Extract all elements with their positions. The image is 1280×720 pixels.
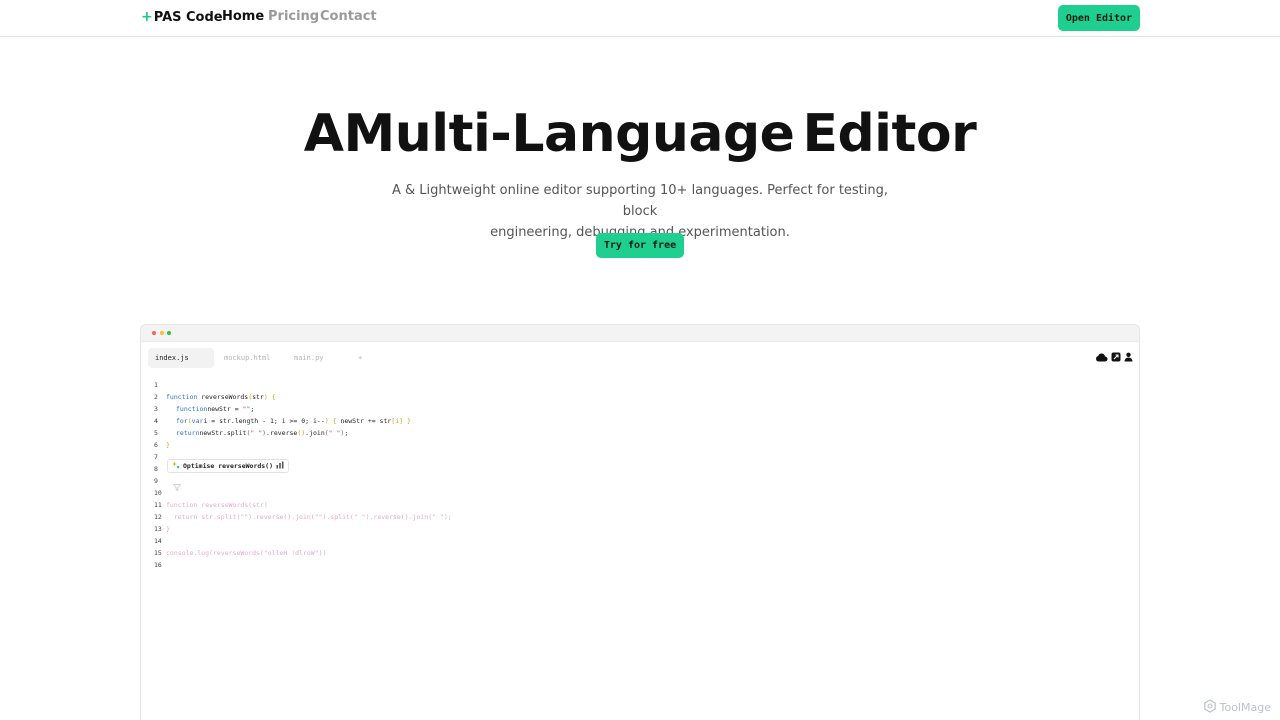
hero-subtitle-line1: A & Lightweight online editor supporting…	[391, 183, 889, 219]
close-window-dot[interactable]	[152, 331, 156, 335]
line-number: 5	[154, 429, 158, 437]
hero-title-part2: Editor	[802, 104, 977, 164]
line-number: 3	[154, 405, 158, 413]
line-number: 12	[154, 513, 162, 521]
code-line: }	[166, 441, 170, 449]
share-icon[interactable]	[1111, 352, 1121, 362]
nav-link-pricing[interactable]: Pricing	[268, 9, 319, 24]
ghost-code-line: function reverseWords(str)	[166, 501, 268, 509]
nav-link-contact[interactable]: Contact	[320, 9, 377, 24]
user-icon[interactable]	[1124, 352, 1133, 362]
line-number: 1	[154, 381, 158, 389]
editor-toolbar-icons	[1095, 352, 1133, 362]
try-for-free-button[interactable]: Try for free	[596, 233, 684, 258]
line-number: 10	[154, 489, 162, 497]
line-number: 11	[154, 501, 162, 509]
ghost-code-line: return str.split("").reverse().join("").…	[166, 513, 452, 521]
line-number: 13	[154, 525, 162, 533]
filter-icon	[172, 476, 182, 495]
line-number: 15	[154, 549, 162, 557]
open-editor-button[interactable]: Open Editor	[1058, 5, 1140, 31]
line-number: 6	[154, 441, 158, 449]
toolmage-watermark: ToolMage	[1203, 699, 1271, 716]
tab-main-py[interactable]: main.py	[287, 348, 337, 368]
hero-title-part1: AMulti-Language	[303, 104, 795, 164]
tab-mockup-html[interactable]: mockup.html	[217, 348, 283, 368]
stats-icon	[276, 461, 284, 471]
add-tab-button[interactable]: +	[351, 348, 367, 368]
line-number: 14	[154, 537, 162, 545]
line-number: 8	[154, 465, 158, 473]
line-number: 9	[154, 477, 158, 485]
editor-window: index.js mockup.html main.py + 1 functio…	[140, 324, 1140, 720]
suggestion-label: Optimise reverseWords()	[183, 462, 274, 470]
line-number: 16	[154, 561, 162, 569]
optimise-suggestion-button[interactable]: Optimise reverseWords()	[167, 459, 290, 473]
ghost-code-line: }	[166, 525, 170, 533]
top-navbar: + PAS Code Home Pricing Contact Open Edi…	[0, 0, 1280, 37]
code-line: returnnewStr.split(" ").reverse().join("…	[176, 429, 349, 437]
code-line: for(vari = str.length - 1; i >= 0; i--) …	[176, 417, 411, 425]
editor-tabbar: index.js mockup.html main.py +	[141, 342, 1139, 372]
line-number: 4	[154, 417, 158, 425]
brand-plus-icon: +	[141, 9, 153, 25]
watermark-text: ToolMage	[1219, 701, 1271, 714]
toolmage-logo-icon	[1203, 699, 1217, 716]
line-number: 7	[154, 453, 158, 461]
code-line: function reverseWords(str) {	[166, 393, 276, 401]
minimize-window-dot[interactable]	[160, 331, 164, 335]
brand-logo[interactable]: + PAS Code	[141, 9, 223, 25]
editor-titlebar	[141, 325, 1139, 342]
brand-name: PAS Code	[153, 9, 223, 25]
code-line: functionnewStr = "";	[176, 405, 255, 413]
ghost-code-line: console.log(reverseWords("olleH !dlroW")…	[166, 549, 327, 557]
tab-index-js[interactable]: index.js	[148, 348, 214, 368]
sparkle-icon	[172, 461, 180, 471]
nav-link-home[interactable]: Home	[222, 9, 264, 24]
hero-title: AMulti-Language Editor	[0, 104, 1280, 164]
cloud-icon[interactable]	[1095, 353, 1108, 362]
line-number: 2	[154, 393, 158, 401]
maximize-window-dot[interactable]	[167, 331, 171, 335]
